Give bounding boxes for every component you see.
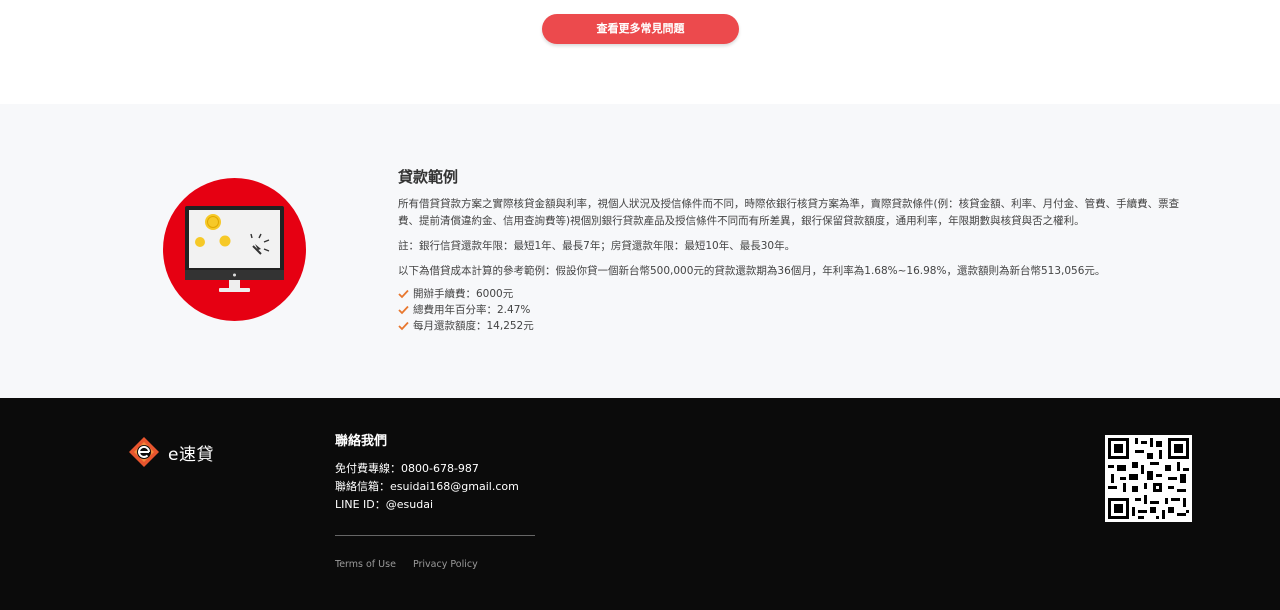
contact-email[interactable]: 聯絡信箱：esuidai168@gmail.com (335, 478, 519, 496)
footer-policy-links: Terms of Use Privacy Policy (335, 559, 492, 570)
loan-example-paragraph-1: 所有借貸貸款方案之實際核貸金額與利率，視個人狀況及授信條件而不同，時際依銀行核貸… (398, 198, 1180, 227)
qr-code-icon (1105, 435, 1192, 522)
contact-phone[interactable]: 免付費專線：0800-678-987 (335, 460, 519, 478)
terms-of-use-link[interactable]: Terms of Use (335, 559, 396, 570)
check-icon (398, 321, 409, 331)
loan-example-title: 貸款範例 (398, 168, 459, 186)
check-item-text: 總費用年百分率：2.47% (413, 304, 531, 316)
monitor-with-coins-icon (163, 178, 306, 321)
check-item-text: 開辦手續費：6000元 (413, 288, 514, 300)
check-icon (398, 289, 409, 299)
check-item-text: 每月還款額度：14,252元 (413, 320, 534, 332)
check-list-item: 每月還款額度：14,252元 (398, 318, 534, 334)
faq-section-bottom: 查看更多常見問題 (0, 0, 1280, 104)
contact-line-id[interactable]: LINE ID：@esudai (335, 496, 519, 514)
contact-title: 聯絡我們 (335, 434, 388, 449)
loan-example-paragraph-2: 註：銀行信貸還款年限：最短1年、最長7年；房貸還款年限：最短10年、最長30年。 (398, 240, 796, 252)
contact-block: 聯絡我們 免付費專線：0800-678-987 聯絡信箱：esuidai168@… (335, 432, 519, 511)
check-list-item: 開辦手續費：6000元 (398, 286, 534, 302)
loan-example-content: 貸款範例 所有借貸貸款方案之實際核貸金額與利率，視個人狀況及授信條件而不同，時際… (398, 166, 1198, 332)
more-faq-button[interactable]: 查看更多常見問題 (542, 14, 739, 44)
site-footer (0, 398, 1280, 610)
check-list-item: 總費用年百分率：2.47% (398, 302, 534, 318)
esudai-logo-icon (129, 437, 159, 467)
loan-example-paragraph-3: 以下為借貸成本計算的參考範例：假設你貸一個新台幣500,000元的貸款還款期為3… (398, 265, 1106, 277)
footer-logo[interactable]: e速貸 (128, 436, 214, 468)
loan-example-check-list: 開辦手續費：6000元 總費用年百分率：2.47% 每月還款額度：14,252元 (398, 286, 534, 334)
check-icon (398, 305, 409, 315)
privacy-policy-link[interactable]: Privacy Policy (413, 559, 478, 570)
footer-divider (335, 535, 535, 536)
logo-text: e速貸 (168, 444, 214, 465)
